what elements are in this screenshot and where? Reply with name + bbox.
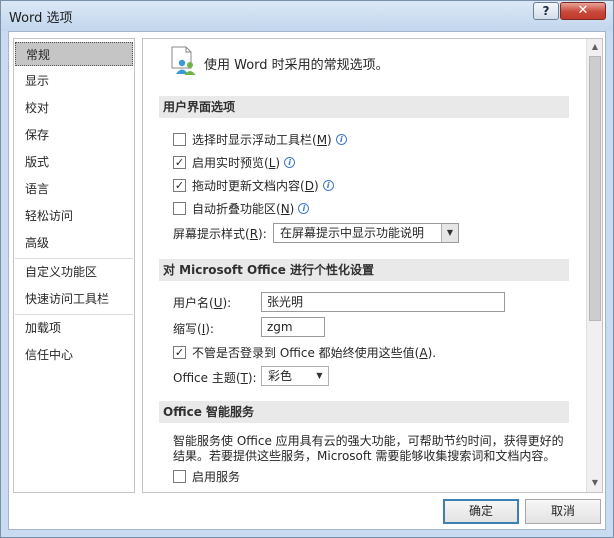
- category-sidebar: 常规 显示 校对 保存 版式 语言 轻松访问 高级 自定义功能区 快速访问工具栏…: [13, 38, 135, 493]
- general-options-pane: 使用 Word 时采用的常规选项。 用户界面选项 选择时显示浮动工具栏(M) i …: [142, 38, 603, 493]
- sidebar-divider: [15, 258, 133, 259]
- option-update-while-dragging[interactable]: ✓ 拖动时更新文档内容(D) i: [173, 177, 334, 195]
- sidebar-item-display[interactable]: 显示: [15, 69, 133, 93]
- screentip-style-value: 在屏幕提示中显示功能说明: [280, 226, 425, 240]
- option-always-use-values[interactable]: ✓ 不管是否登录到 Office 都始终使用这些值(A).: [173, 344, 436, 362]
- office-theme-value: 彩色: [268, 369, 293, 383]
- scrollbar-thumb[interactable]: [589, 56, 601, 321]
- option-floating-toolbar[interactable]: 选择时显示浮动工具栏(M) i: [173, 131, 347, 149]
- office-theme-label: Office 主题(T):: [173, 371, 257, 385]
- intelligent-services-description: 智能服务使 Office 应用具有云的强大功能，可帮助节约时间，获得更好的结果。…: [173, 434, 564, 463]
- sidebar-item-layout[interactable]: 版式: [15, 150, 133, 174]
- sidebar-item-trust-center[interactable]: 信任中心: [15, 343, 133, 367]
- option-collapse-ribbon[interactable]: 自动折叠功能区(N) i: [173, 200, 310, 218]
- chevron-down-icon[interactable]: ▼: [311, 367, 328, 385]
- close-button[interactable]: ✕: [560, 2, 606, 20]
- info-icon: i: [298, 203, 310, 214]
- info-icon: i: [284, 157, 296, 168]
- sidebar-item-add-ins[interactable]: 加载项: [15, 316, 133, 340]
- vertical-scrollbar[interactable]: ▲ ▼: [586, 39, 602, 492]
- sidebar-item-accessibility[interactable]: 轻松访问: [15, 204, 133, 228]
- title-bar[interactable]: Word 选项 ? ✕: [1, 1, 613, 31]
- sidebar-item-save[interactable]: 保存: [15, 123, 133, 147]
- screentip-style-label: 屏幕提示样式(R):: [173, 227, 267, 241]
- sidebar-item-customize-ribbon[interactable]: 自定义功能区: [15, 260, 133, 284]
- ok-button[interactable]: 确定: [443, 499, 519, 524]
- initials-field[interactable]: zgm: [261, 317, 325, 337]
- sidebar-item-quick-access-toolbar[interactable]: 快速访问工具栏: [15, 287, 133, 311]
- intro-text: 使用 Word 时采用的常规选项。: [204, 58, 389, 73]
- word-options-dialog: Word 选项 ? ✕ 常规 显示 校对 保存 版式 语言 轻松访问 高级 自定…: [0, 0, 614, 538]
- option-live-preview[interactable]: ✓ 启用实时预览(L) i: [173, 154, 296, 172]
- section-header-personalize: 对 Microsoft Office 进行个性化设置: [159, 259, 569, 281]
- checkbox-enable-services[interactable]: [173, 470, 186, 483]
- option-label: 选择时显示浮动工具栏(: [192, 133, 317, 147]
- option-label: 启用实时预览(: [192, 156, 269, 170]
- screentip-style-dropdown[interactable]: 在屏幕提示中显示功能说明 ▼: [273, 223, 459, 243]
- chevron-down-icon[interactable]: ▼: [441, 224, 458, 242]
- window-title: Word 选项: [9, 11, 73, 26]
- username-label: 用户名(U):: [173, 296, 232, 310]
- sidebar-divider: [15, 314, 133, 315]
- checkbox-floating-toolbar[interactable]: [173, 133, 186, 146]
- option-label: 自动折叠功能区(: [192, 202, 281, 216]
- sidebar-item-advanced[interactable]: 高级: [15, 231, 133, 255]
- sidebar-item-general[interactable]: 常规: [15, 42, 133, 66]
- info-icon: i: [322, 180, 334, 191]
- help-button[interactable]: ?: [533, 2, 559, 20]
- cancel-button[interactable]: 取消: [525, 499, 601, 524]
- section-header-ui-options: 用户界面选项: [159, 96, 569, 118]
- info-icon: i: [335, 134, 347, 145]
- checkbox-collapse-ribbon[interactable]: [173, 202, 186, 215]
- sidebar-item-language[interactable]: 语言: [15, 177, 133, 201]
- dialog-body: 常规 显示 校对 保存 版式 语言 轻松访问 高级 自定义功能区 快速访问工具栏…: [8, 31, 606, 530]
- username-field[interactable]: 张光明: [261, 292, 505, 312]
- people-settings-icon: [171, 46, 196, 75]
- checkbox-live-preview[interactable]: ✓: [173, 156, 186, 169]
- initials-label: 缩写(I):: [173, 322, 214, 336]
- scroll-up-icon[interactable]: ▲: [587, 39, 602, 55]
- option-label: 拖动时更新文档内容(: [192, 179, 305, 193]
- office-theme-dropdown[interactable]: 彩色 ▼: [261, 366, 329, 386]
- section-header-intelligent-services: Office 智能服务: [159, 401, 569, 423]
- checkbox-always-use-values[interactable]: ✓: [173, 346, 186, 359]
- option-enable-services[interactable]: 启用服务: [173, 468, 240, 486]
- checkbox-update-while-dragging[interactable]: ✓: [173, 179, 186, 192]
- sidebar-item-proofing[interactable]: 校对: [15, 96, 133, 120]
- scroll-down-icon[interactable]: ▼: [587, 475, 602, 491]
